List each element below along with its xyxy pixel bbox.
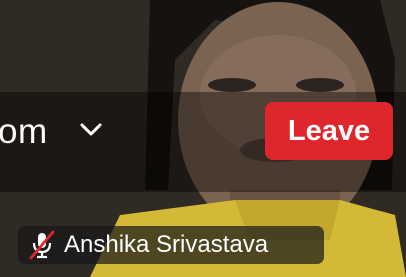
leave-button[interactable]: Leave	[265, 102, 393, 160]
participant-name-tag: Anshika Srivastava	[18, 226, 324, 264]
view-mode-label[interactable]: om	[0, 110, 48, 154]
chevron-down-icon[interactable]	[80, 123, 102, 137]
muted-microphone-icon	[29, 230, 55, 260]
participant-name: Anshika Srivastava	[64, 231, 269, 258]
